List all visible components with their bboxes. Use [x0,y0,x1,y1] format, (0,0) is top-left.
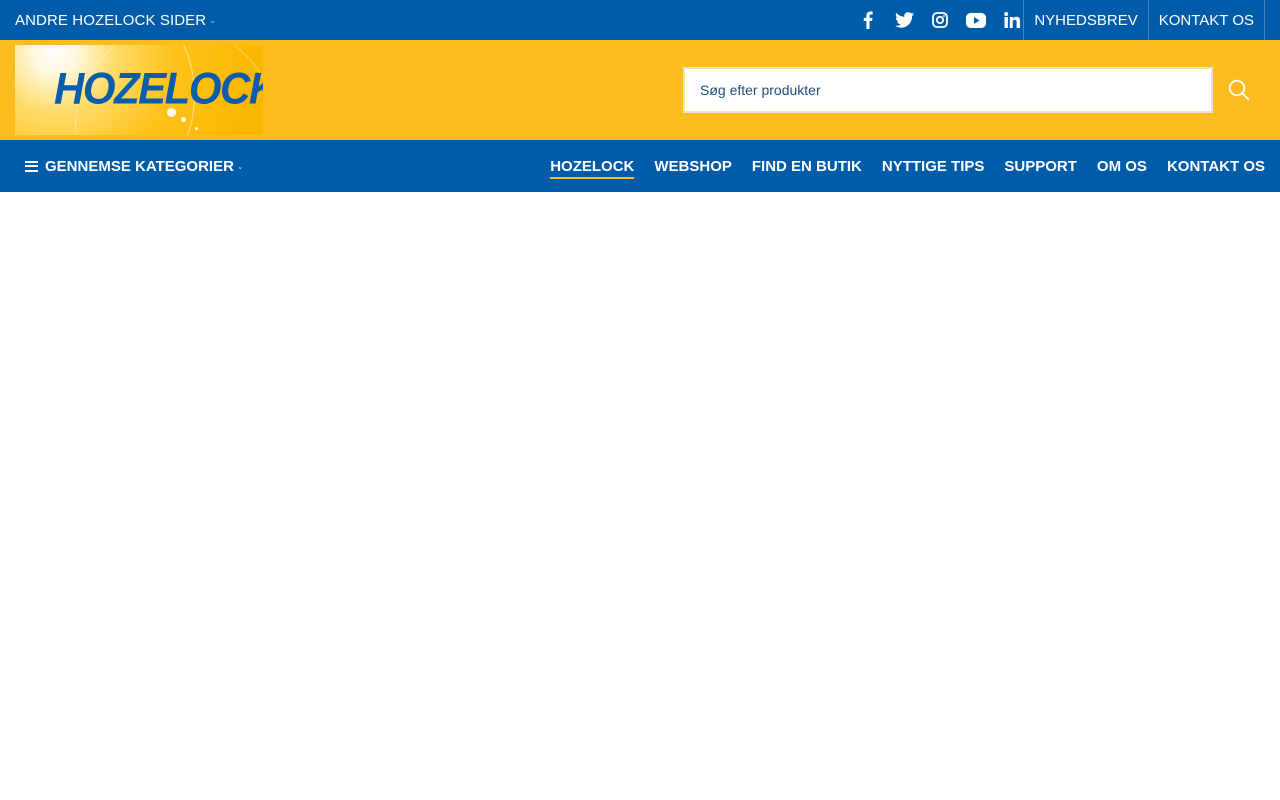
chevron-down-icon: ⌄ [209,15,217,25]
nav-item-find-store[interactable]: FIND EN BUTIK [752,140,862,192]
nav-item-webshop[interactable]: WEBSHOP [654,140,732,192]
search-icon [1228,79,1250,101]
nav-item-support[interactable]: SUPPORT [1004,140,1077,192]
youtube-icon[interactable] [958,0,994,40]
contact-link-top[interactable]: KONTAKT OS [1147,0,1265,40]
logo-wordmark: HOZELOCK [54,63,263,114]
nav-item-contact[interactable]: KONTAKT OS [1167,140,1265,192]
search-button[interactable] [1213,67,1265,113]
nav-item-hozelock[interactable]: HOZELOCK [550,140,635,192]
nav-item-about[interactable]: OM OS [1097,140,1147,192]
nav-item-useful-tips[interactable]: NYTTIGE TIPS [882,140,985,192]
main-navigation-bar: GENNEMSE KATEGORIER ⌄ HOZELOCK WEBSHOP F… [0,140,1280,192]
instagram-icon[interactable] [922,0,958,40]
top-links: NYHEDSBREV KONTAKT OS [1023,0,1265,40]
site-header: HOZELOCK [0,40,1280,140]
twitter-icon[interactable] [886,0,922,40]
social-links [850,0,1030,40]
other-hozelock-sites-dropdown[interactable]: ANDRE HOZELOCK SIDER ⌄ [15,0,216,40]
hamburger-menu-icon [25,160,38,172]
browse-categories-label: GENNEMSE KATEGORIER [45,157,234,175]
logo-sparkle [195,127,198,130]
top-bar: ANDRE HOZELOCK SIDER ⌄ NYHEDSBREV KONTAK… [0,0,1280,40]
other-sites-label: ANDRE HOZELOCK SIDER [15,11,207,29]
hozelock-logo[interactable]: HOZELOCK [15,45,263,135]
newsletter-link[interactable]: NYHEDSBREV [1023,0,1147,40]
search-box [683,67,1213,113]
browse-categories-button[interactable]: GENNEMSE KATEGORIER ⌄ [25,140,244,192]
chevron-down-icon: ⌄ [236,161,244,171]
main-menu: HOZELOCK WEBSHOP FIND EN BUTIK NYTTIGE T… [530,140,1265,192]
logo-sparkle [181,117,186,122]
facebook-icon[interactable] [850,0,886,40]
page-content [0,192,1280,800]
search-input[interactable] [685,69,1211,111]
